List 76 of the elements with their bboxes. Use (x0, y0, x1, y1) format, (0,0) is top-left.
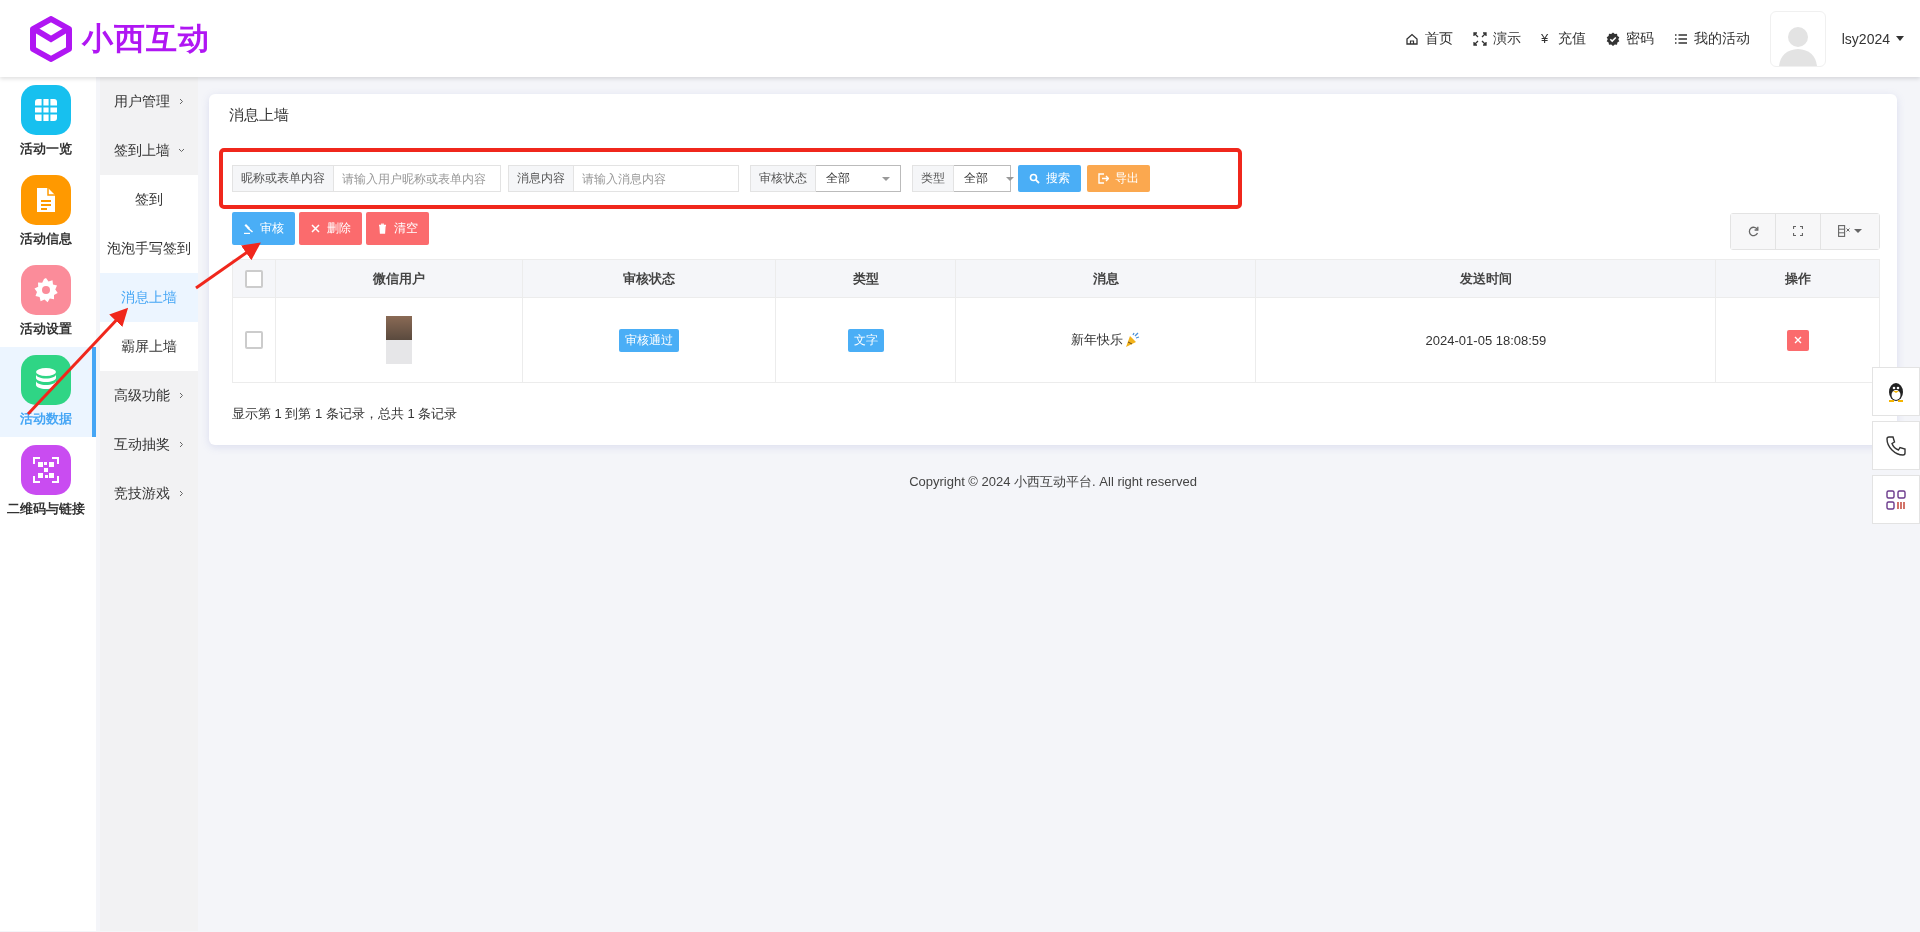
column-header: 操作 (1784, 270, 1811, 286)
input-field[interactable]: 请输入用户昵称或表单内容 (334, 165, 501, 192)
chevron-icon (177, 98, 185, 105)
user-menu[interactable]: lsy2024 (1841, 30, 1904, 47)
menu-item[interactable]: 用户管理 (100, 77, 198, 126)
sidebar-item[interactable]: 活动设置 (0, 257, 96, 347)
refresh-icon (1747, 225, 1759, 237)
home-icon (1404, 31, 1419, 46)
phone-button[interactable] (1872, 421, 1920, 470)
columns-button[interactable] (1821, 213, 1879, 249)
penguin-button[interactable] (1872, 367, 1920, 416)
copyright-text: Copyright © 2024 小西互动平台. All right reserved (908, 473, 1198, 491)
annotation-arrow (195, 242, 261, 290)
submenu-item[interactable]: 签到 (100, 175, 198, 224)
chevron-icon (177, 490, 185, 497)
delete-button[interactable] (1786, 329, 1809, 351)
nav-link[interactable]: 首页 (1404, 29, 1453, 48)
column-header: 微信用户 (373, 270, 425, 286)
checkbox[interactable] (244, 331, 263, 349)
caret-icon (882, 176, 890, 181)
message-text: 新年快乐 (1071, 331, 1124, 349)
chevron-icon (177, 147, 185, 154)
nav-link[interactable]: 演示 (1472, 29, 1521, 48)
trash-icon (377, 222, 388, 234)
field-label: 类型 (912, 165, 954, 192)
party-popper-icon (1124, 332, 1141, 348)
close-icon (310, 222, 321, 234)
gavel-icon (243, 222, 254, 234)
chevron-icon (177, 441, 185, 448)
refresh-button[interactable] (1731, 213, 1776, 249)
submenu-item[interactable]: 泡泡手写签到 (100, 224, 198, 273)
type-badge: 文字 (847, 328, 884, 352)
badge-check-icon (1605, 31, 1620, 46)
menu-item[interactable]: 高级功能 (100, 371, 198, 420)
pagination-info: 显示第 1 到第 1 条记录，总共 1 条记录 (232, 405, 459, 423)
menu-item[interactable]: 签到上墙 (100, 126, 198, 175)
column-header: 类型 (852, 270, 879, 286)
nav-link[interactable]: ¥ 充值 (1540, 29, 1586, 48)
caret-icon (1896, 36, 1904, 41)
checkbox[interactable] (244, 269, 263, 288)
fullscreen-icon (1472, 31, 1487, 46)
column-header: 发送时间 (1459, 270, 1512, 286)
chevron-icon (177, 392, 185, 399)
submenu-item[interactable]: 霸屏上墙 (100, 322, 198, 371)
select-field[interactable]: 全部 (954, 165, 1011, 192)
apps-icon (1885, 488, 1907, 511)
nav-link[interactable]: 我的活动 (1673, 29, 1750, 48)
select-field[interactable]: 全部 (816, 165, 901, 192)
menu-item[interactable]: 互动抽奖 (100, 420, 198, 469)
menu-item[interactable]: 竞技游戏 (100, 469, 198, 518)
field-label: 审核状态 (750, 165, 816, 192)
apps-button[interactable] (1872, 475, 1920, 524)
field-label: 消息内容 (508, 165, 574, 192)
list-icon (1673, 31, 1688, 46)
cube-logo-icon (28, 15, 74, 62)
column-header: 消息 (1092, 270, 1119, 286)
input-field[interactable]: 请输入消息内容 (574, 165, 739, 192)
sidebar-item[interactable]: 二维码与链接 (0, 437, 96, 527)
status-badge: 审核通过 (619, 328, 680, 352)
field-label: 昵称或表单内容 (232, 165, 334, 192)
sidebar-item[interactable]: 活动一览 (0, 77, 96, 167)
search-icon (1029, 173, 1040, 184)
sidebar-item[interactable]: 活动信息 (0, 167, 96, 257)
column-header: 审核状态 (623, 270, 676, 286)
caret-icon (1006, 176, 1014, 181)
caret-icon (1854, 229, 1862, 233)
table-cell: 2024-01-05 18:08:59 (1425, 332, 1547, 348)
sign-out-icon (1098, 173, 1109, 184)
nav-link[interactable]: 密码 (1605, 29, 1654, 48)
phone-icon (1885, 434, 1907, 457)
logo-text: 小西互动 (82, 19, 210, 58)
fullscreen-icon (1793, 226, 1803, 236)
card-title: 消息上墙 (228, 105, 290, 125)
columns-icon (1838, 225, 1850, 237)
close-icon (1793, 336, 1802, 344)
photo-placeholder (386, 316, 412, 364)
